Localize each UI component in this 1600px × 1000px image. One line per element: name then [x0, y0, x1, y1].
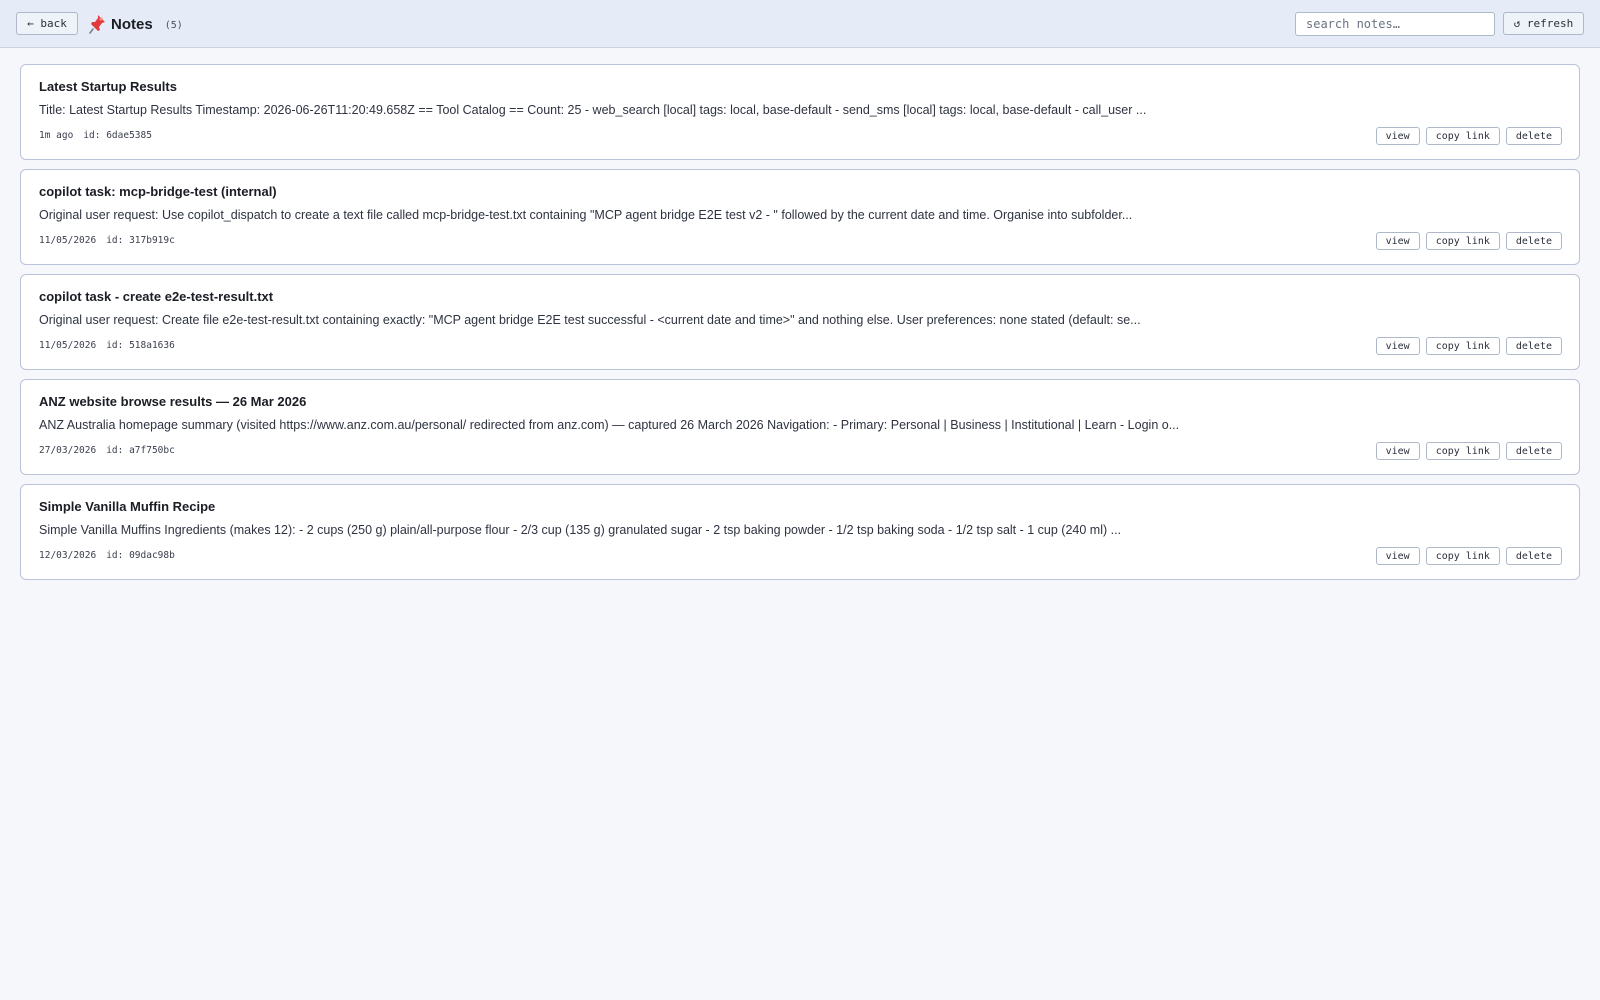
- note-actions: view copy link delete: [1375, 547, 1562, 565]
- note-date: 27/03/2026: [39, 445, 97, 456]
- note-title: ANZ website browse results — 26 Mar 2026: [39, 394, 307, 409]
- note-card: copilot task: mcp-bridge-test (internal)…: [20, 169, 1580, 265]
- note-date: 1m ago: [39, 130, 74, 141]
- note-id: id: a7f750bc: [106, 445, 175, 456]
- refresh-button[interactable]: ↺ refresh: [1503, 12, 1584, 35]
- note-actions: view copy link delete: [1375, 442, 1562, 460]
- note-list: Latest Startup Results Title: Latest Sta…: [20, 64, 1580, 589]
- copy-link-button[interactable]: copy link: [1425, 127, 1500, 145]
- note-id: id: 6dae5385: [83, 130, 152, 141]
- note-id: id: 09dac98b: [106, 550, 175, 561]
- note-id: id: 518a1636: [106, 340, 175, 351]
- copy-link-button[interactable]: copy link: [1425, 547, 1500, 565]
- note-preview: Original user request: Create file e2e-t…: [39, 313, 1141, 327]
- note-date: 11/05/2026: [39, 235, 97, 246]
- note-actions: view copy link delete: [1375, 127, 1562, 145]
- note-meta: 11/05/2026 id: 518a1636: [39, 340, 175, 351]
- delete-button[interactable]: delete: [1505, 127, 1562, 145]
- note-meta: 1m ago id: 6dae5385: [39, 130, 152, 141]
- note-actions: view copy link delete: [1375, 232, 1562, 250]
- note-preview: ANZ Australia homepage summary (visited …: [39, 418, 1180, 432]
- note-title: copilot task - create e2e-test-result.tx…: [39, 289, 274, 304]
- note-card: Latest Startup Results Title: Latest Sta…: [20, 64, 1580, 160]
- delete-button[interactable]: delete: [1505, 232, 1562, 250]
- back-button[interactable]: ← back: [16, 12, 78, 35]
- note-card: ANZ website browse results — 26 Mar 2026…: [20, 379, 1580, 475]
- copy-link-button[interactable]: copy link: [1425, 442, 1500, 460]
- note-title: Latest Startup Results: [39, 79, 177, 94]
- view-button[interactable]: view: [1375, 337, 1420, 355]
- note-date: 12/03/2026: [39, 550, 97, 561]
- note-card: copilot task - create e2e-test-result.tx…: [20, 274, 1580, 370]
- page-title-group: Notes (5): [89, 13, 183, 35]
- view-button[interactable]: view: [1375, 442, 1420, 460]
- pushpin-icon: [89, 14, 107, 34]
- note-meta: 11/05/2026 id: 317b919c: [39, 235, 175, 246]
- note-meta: 12/03/2026 id: 09dac98b: [39, 550, 175, 561]
- note-preview: Original user request: Use copilot_dispa…: [39, 208, 1133, 222]
- delete-button[interactable]: delete: [1505, 547, 1562, 565]
- delete-button[interactable]: delete: [1505, 442, 1562, 460]
- page-title: Notes: [111, 15, 153, 33]
- note-card: Simple Vanilla Muffin Recipe Simple Vani…: [20, 484, 1580, 580]
- note-actions: view copy link delete: [1375, 337, 1562, 355]
- search-input[interactable]: [1295, 12, 1495, 36]
- view-button[interactable]: view: [1375, 547, 1420, 565]
- note-id: id: 317b919c: [106, 235, 175, 246]
- note-title: Simple Vanilla Muffin Recipe: [39, 499, 216, 514]
- note-meta: 27/03/2026 id: a7f750bc: [39, 445, 175, 456]
- top-bar: ← back Notes (5) ↺ refresh: [0, 0, 1600, 48]
- copy-link-button[interactable]: copy link: [1425, 337, 1500, 355]
- note-title: copilot task: mcp-bridge-test (internal): [39, 184, 277, 199]
- copy-link-button[interactable]: copy link: [1425, 232, 1500, 250]
- delete-button[interactable]: delete: [1505, 337, 1562, 355]
- view-button[interactable]: view: [1375, 127, 1420, 145]
- note-count-badge: (5): [164, 19, 183, 31]
- note-preview: Title: Latest Startup Results Timestamp:…: [39, 103, 1147, 117]
- view-button[interactable]: view: [1375, 232, 1420, 250]
- note-date: 11/05/2026: [39, 340, 97, 351]
- note-preview: Simple Vanilla Muffins Ingredients (make…: [39, 523, 1122, 537]
